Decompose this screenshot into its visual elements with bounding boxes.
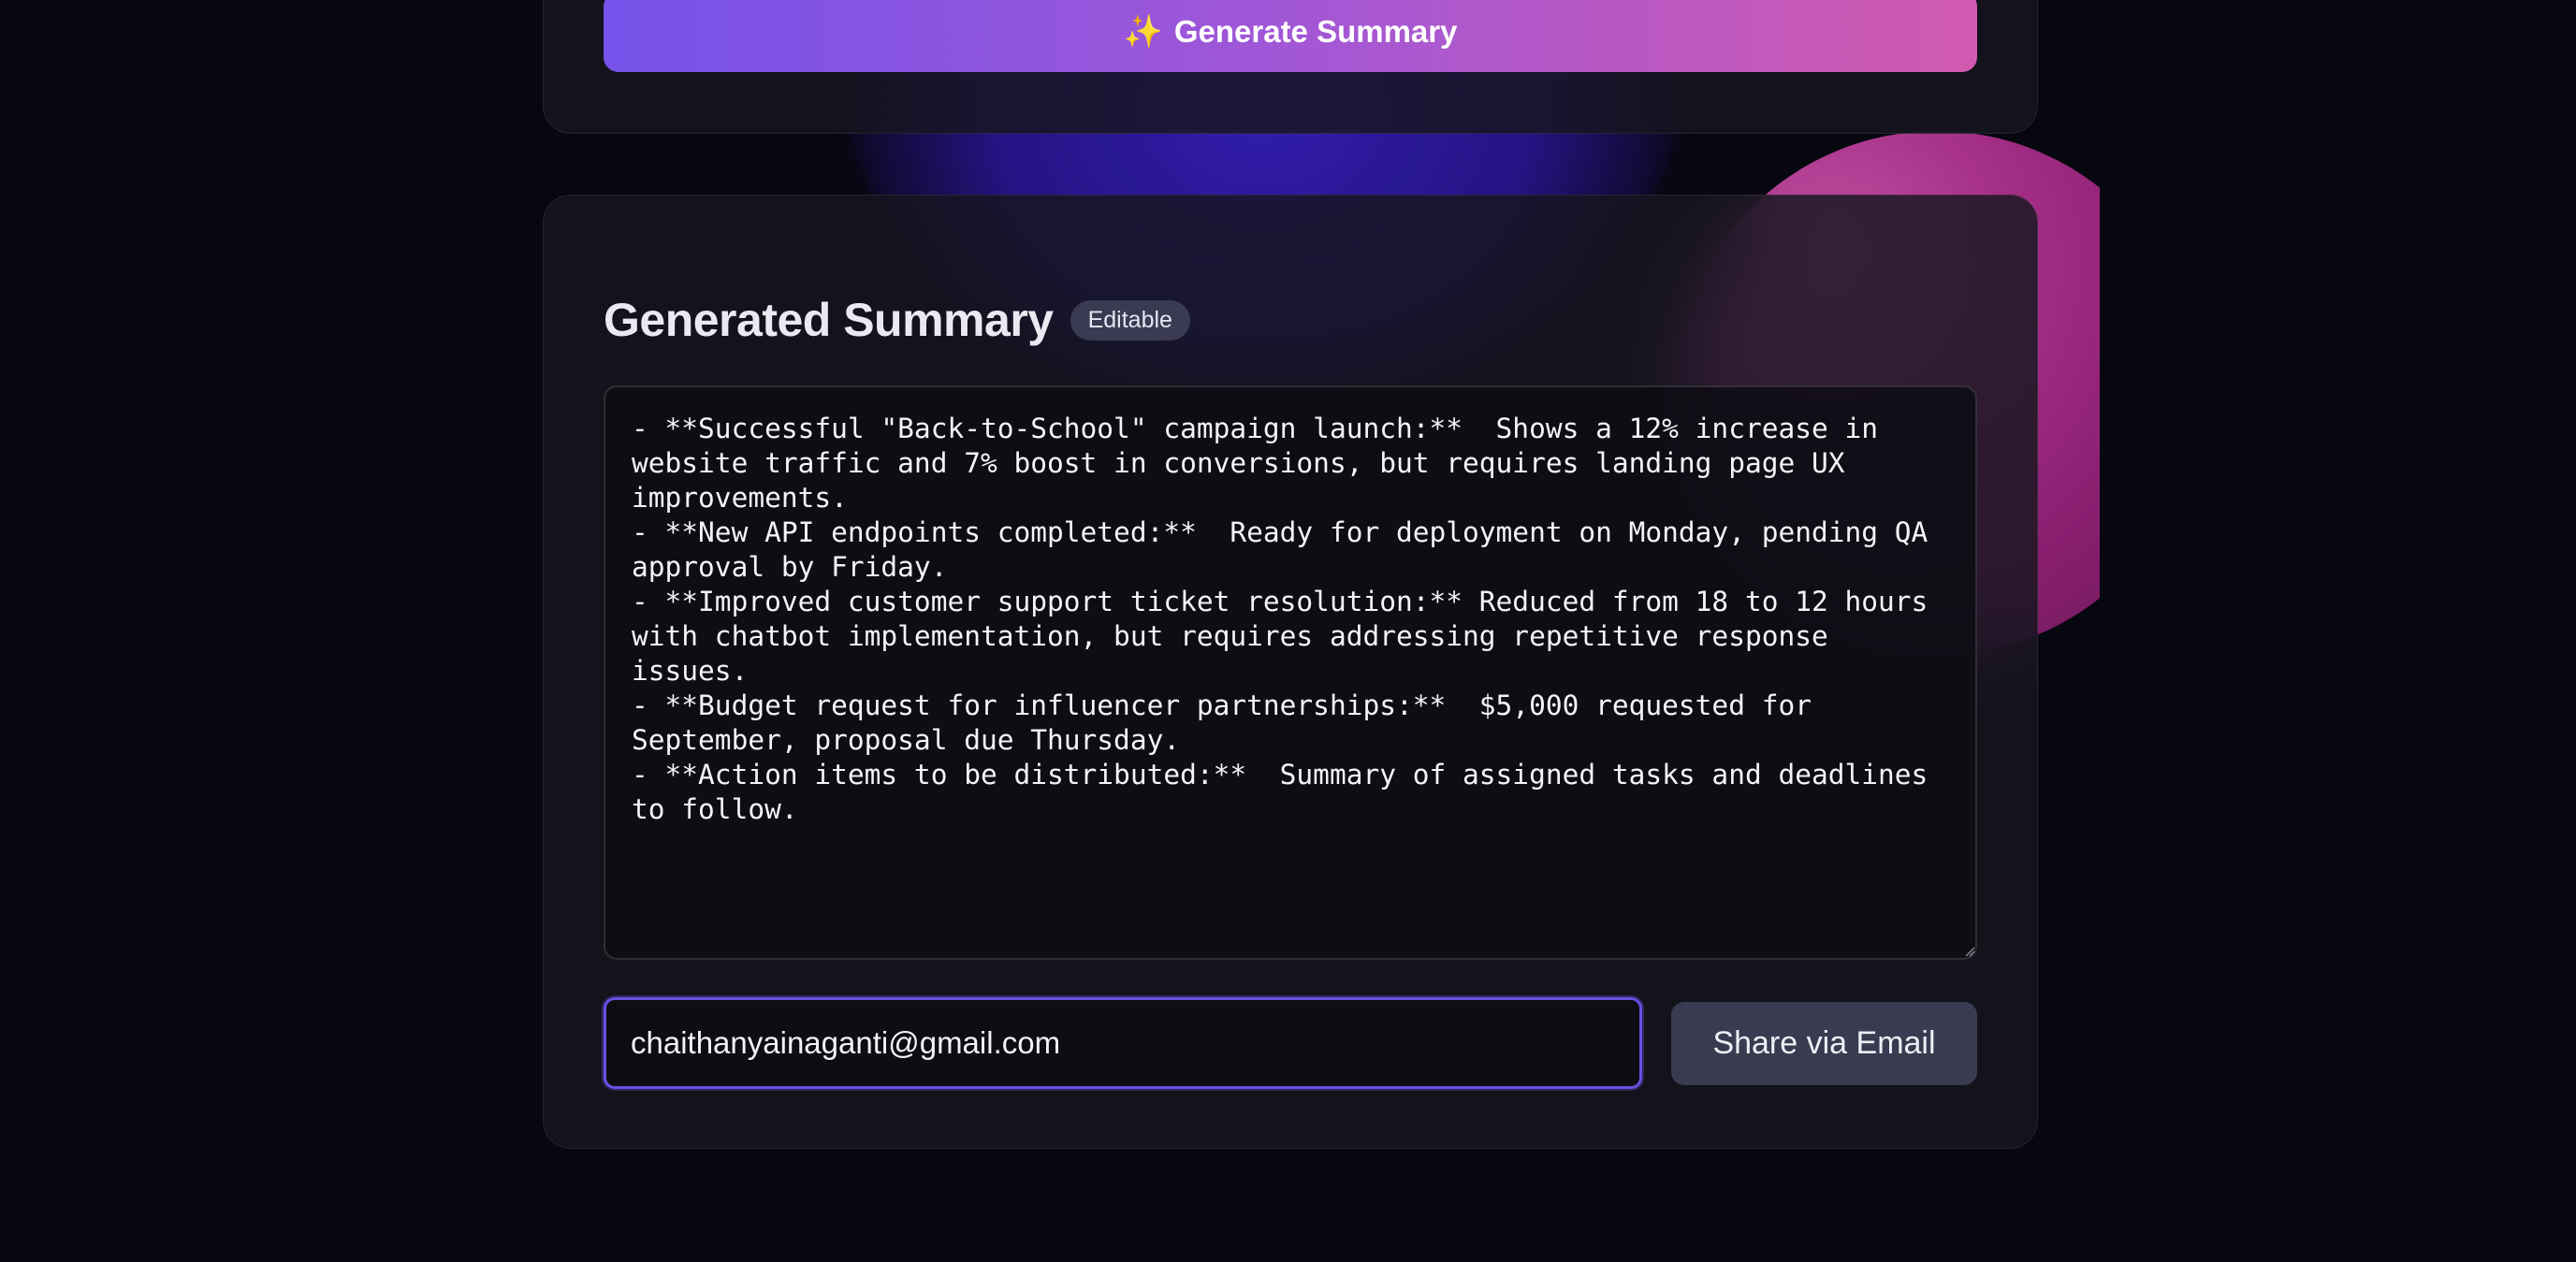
email-input[interactable] [604,997,1642,1089]
summary-textarea[interactable]: - **Successful "Back-to-School" campaign… [604,385,1977,960]
share-via-email-button[interactable]: Share via Email [1671,1002,1977,1085]
generate-summary-label: Generate Summary [1173,14,1458,49]
editable-badge: Editable [1070,299,1190,341]
summary-panel: Generated Summary Editable - **Successfu… [543,195,2038,1149]
summary-header: Generated Summary Editable [604,293,1190,347]
resize-handle-icon[interactable] [1964,946,1975,957]
summary-title: Generated Summary [604,294,1054,346]
sparkle-icon: ✨ [1123,13,1163,51]
generate-panel: ✨ Generate Summary [543,0,2038,134]
generate-summary-button[interactable]: ✨ Generate Summary [604,0,1977,72]
